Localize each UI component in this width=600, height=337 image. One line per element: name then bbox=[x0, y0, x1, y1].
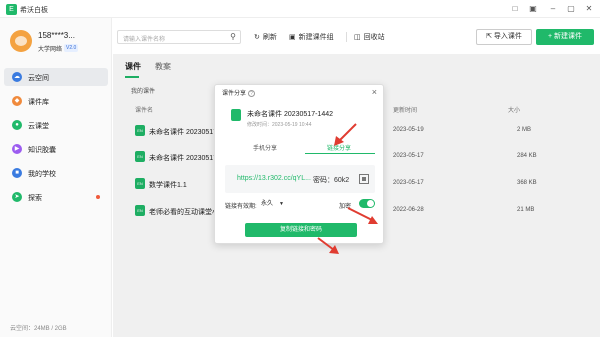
search-icon[interactable]: ⚲ bbox=[230, 32, 236, 41]
share-link[interactable]: https://13.r302.cc/qYL... bbox=[237, 175, 311, 182]
copy-link-button[interactable]: 复制链接和密码 bbox=[245, 223, 357, 237]
share-dialog: 课件分享? × 未命名课件 20230517-1442 修改时间：2023-05… bbox=[214, 84, 384, 244]
sidebar-item-school[interactable]: ■ 我的学校 bbox=[4, 164, 108, 182]
maximize-icon[interactable]: ▢ bbox=[565, 3, 577, 15]
rocket-icon: ➤ bbox=[12, 192, 22, 202]
tab-link-share[interactable]: 链接分享 bbox=[327, 143, 351, 152]
sidebar-item-library[interactable]: ◆ 课件库 bbox=[4, 92, 108, 110]
sidebar-item-cloud[interactable]: ☁ 云空间 bbox=[4, 68, 108, 86]
qr-code-icon[interactable] bbox=[359, 174, 369, 184]
app-logo: E bbox=[6, 4, 17, 15]
tab-phone-share[interactable]: 手机分享 bbox=[253, 143, 277, 152]
sidebar-item-label: 云课堂 bbox=[28, 123, 49, 130]
cloud-icon: ☁ bbox=[12, 72, 22, 82]
app-name: 希沃白板 bbox=[20, 7, 48, 14]
import-button[interactable]: ⇱ 导入课件 bbox=[476, 29, 532, 45]
close-icon[interactable]: × bbox=[372, 87, 377, 97]
sidebar-item-label: 云空间 bbox=[28, 75, 49, 82]
folder-add-icon: ▣ bbox=[289, 34, 296, 41]
sidebar-item-capsule[interactable]: ▶ 知识胶囊 bbox=[4, 140, 108, 158]
school-name: 大学网络 bbox=[38, 47, 63, 53]
shared-file-meta: 修改时间：2023-05-19 10:44 bbox=[247, 122, 312, 128]
notification-dot bbox=[96, 195, 100, 199]
refresh-button[interactable]: ↻ 刷新 bbox=[254, 32, 277, 42]
title-bar: E 希沃白板 □ ▣ – ▢ ✕ bbox=[0, 0, 600, 18]
share-link-box[interactable]: https://13.r302.cc/qYL... 密码：60k2 bbox=[225, 165, 375, 193]
close-icon[interactable]: ✕ bbox=[583, 3, 595, 15]
encrypt-toggle[interactable] bbox=[359, 199, 375, 208]
shared-file-name: 未命名课件 20230517-1442 bbox=[247, 111, 333, 118]
trash-icon: ◫ bbox=[354, 34, 361, 41]
validity-label: 链接有效期: bbox=[225, 204, 257, 210]
refresh-label: 刷新 bbox=[262, 34, 277, 41]
sidebar: 158****3... 大学网络 V2.0 ☁ 云空间 ◆ 课件库 ● 云课堂 … bbox=[0, 18, 112, 337]
import-label: 导入课件 bbox=[493, 33, 522, 40]
divider bbox=[346, 32, 347, 42]
classroom-icon: ● bbox=[12, 120, 22, 130]
validity-value: 永久 bbox=[261, 201, 274, 207]
layers-icon: ◆ bbox=[12, 96, 22, 106]
encrypt-label: 加密 bbox=[339, 204, 352, 210]
storage-usage: 云空间：24MB / 2GB bbox=[10, 326, 67, 332]
avatar[interactable] bbox=[10, 30, 32, 52]
capsule-icon: ▶ bbox=[12, 144, 22, 154]
new-courseware-button[interactable]: + 新建课件 bbox=[536, 29, 594, 45]
validity-select[interactable]: 永久 ▼ bbox=[261, 198, 289, 210]
import-icon: ⇱ bbox=[486, 33, 494, 40]
new-group-label: 新建课件组 bbox=[298, 34, 334, 41]
gift-icon[interactable]: ▣ bbox=[527, 3, 539, 15]
recycle-label: 回收站 bbox=[363, 34, 385, 41]
feedback-icon[interactable]: □ bbox=[509, 3, 521, 15]
active-tab-indicator bbox=[305, 153, 375, 154]
file-icon bbox=[231, 109, 241, 121]
help-icon[interactable]: ? bbox=[248, 90, 256, 97]
toolbar: 请输入课件名称 ⚲ ↻ 刷新 ▣ 新建课件组 ◫ 回收站 ⇱ 导入课件 + 新建课件 bbox=[113, 18, 600, 54]
school-icon: ■ bbox=[12, 168, 22, 178]
dialog-title: 课件分享? bbox=[222, 88, 256, 97]
share-password: 密码：60k2 bbox=[313, 177, 350, 184]
sidebar-item-classroom[interactable]: ● 云课堂 bbox=[4, 116, 108, 134]
minimize-icon[interactable]: – bbox=[547, 3, 559, 15]
sidebar-item-label: 探索 bbox=[28, 195, 42, 202]
user-name[interactable]: 158****3... bbox=[38, 31, 75, 40]
sidebar-item-label: 知识胶囊 bbox=[28, 147, 56, 154]
sidebar-item-label: 我的学校 bbox=[28, 171, 56, 178]
sidebar-item-label: 课件库 bbox=[28, 99, 49, 106]
search-placeholder: 请输入课件名称 bbox=[123, 37, 166, 43]
search-input[interactable]: 请输入课件名称 ⚲ bbox=[117, 30, 241, 44]
new-courseware-label: 新建课件 bbox=[554, 33, 583, 40]
sidebar-item-explore[interactable]: ➤ 探索 bbox=[4, 188, 108, 206]
refresh-icon: ↻ bbox=[254, 34, 260, 41]
new-group-button[interactable]: ▣ 新建课件组 bbox=[289, 32, 334, 42]
recycle-bin-button[interactable]: ◫ 回收站 bbox=[354, 32, 385, 42]
dialog-title-text: 课件分享 bbox=[222, 91, 247, 97]
chevron-down-icon: ▼ bbox=[279, 201, 284, 207]
version-badge: V2.0 bbox=[64, 44, 79, 52]
